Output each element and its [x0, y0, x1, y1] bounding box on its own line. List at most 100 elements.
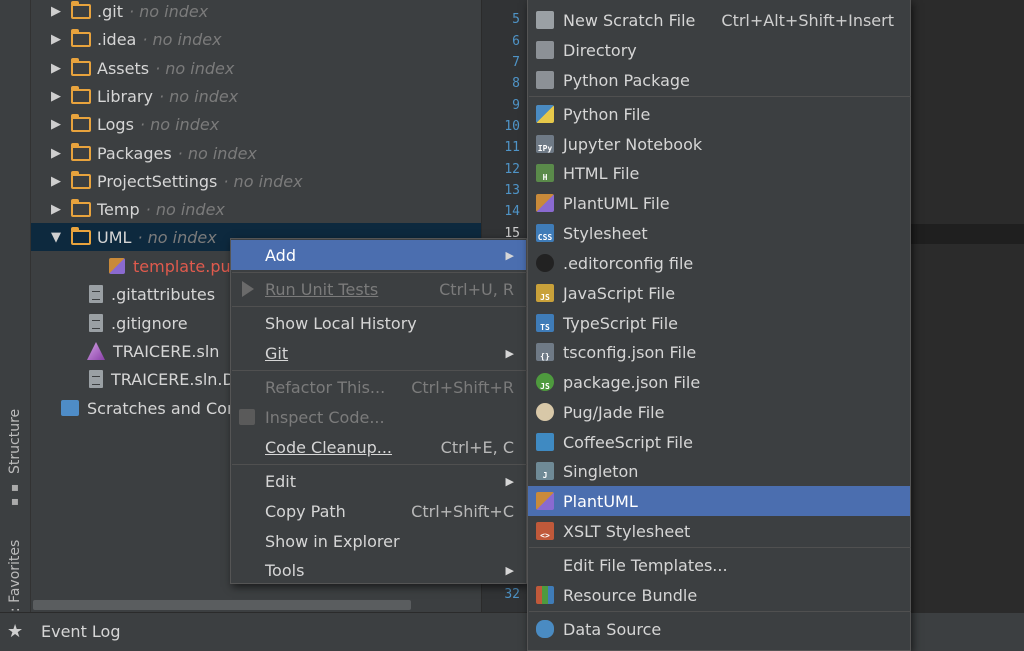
tsconfig-icon: {} — [536, 343, 554, 361]
tree-item-hint: · no index — [128, 1, 209, 21]
tree-row-packages[interactable]: ▶ Packages · no index — [31, 139, 481, 167]
editor-area[interactable] — [910, 0, 1024, 612]
submenu-item-directory[interactable]: Directory — [528, 35, 910, 65]
tree-item-hint: · no index — [155, 58, 235, 78]
menu-item-show-local-history[interactable]: Show Local History — [231, 308, 526, 338]
menu-item-label: Add — [265, 245, 296, 265]
submenu-item-javascript-file[interactable]: JS JavaScript File — [528, 278, 910, 308]
submenu-item-jupyter-notebook[interactable]: IPy Jupyter Notebook — [528, 129, 910, 159]
submenu-item-label: .editorconfig file — [563, 253, 694, 273]
menu-item-run-unit-tests[interactable]: Run Unit Tests Ctrl+U, R — [231, 274, 526, 304]
line-number: 12 — [504, 162, 520, 177]
tree-row-idea[interactable]: ▶ .idea · no index — [31, 25, 481, 53]
submenu-item-pug-jade[interactable]: Pug/Jade File — [528, 397, 910, 427]
line-number: 8 — [512, 76, 520, 91]
menu-separator — [232, 272, 527, 273]
favorites-tab[interactable]: 2: Favorites — [4, 535, 26, 621]
tree-row-assets[interactable]: ▶ Assets · no index — [31, 54, 481, 82]
add-submenu: New Scratch File Ctrl+Alt+Shift+Insert D… — [527, 0, 911, 651]
menu-item-inspect-code[interactable]: Inspect Code... — [231, 402, 526, 432]
javascript-file-icon: JS — [536, 284, 554, 302]
submenu-item-new-scratch-file[interactable]: New Scratch File Ctrl+Alt+Shift+Insert — [528, 5, 910, 35]
expand-arrow-icon[interactable]: ▶ — [31, 61, 61, 76]
star-icon[interactable]: ★ — [7, 621, 23, 642]
submenu-item-resource-bundle[interactable]: Resource Bundle — [528, 580, 910, 610]
submenu-item-plantuml[interactable]: PlantUML — [528, 486, 910, 516]
menu-item-tools[interactable]: Tools ▶ — [231, 555, 526, 585]
submenu-item-html-file[interactable]: H HTML File — [528, 158, 910, 188]
tree-item-name: Temp — [97, 199, 140, 219]
editor-current-line — [910, 224, 1024, 244]
menu-item-add[interactable]: Add ▶ — [231, 240, 526, 270]
submenu-item-label: Resource Bundle — [563, 585, 698, 605]
submenu-item-edit-file-templates[interactable]: Edit File Templates... — [528, 550, 910, 580]
tree-row-git[interactable]: ▶ .git · no index — [31, 0, 481, 25]
submenu-arrow-icon: ▶ — [505, 563, 514, 577]
submenu-item-plantuml-file[interactable]: PlantUML File — [528, 188, 910, 218]
submenu-item-typescript-file[interactable]: TS TypeScript File — [528, 308, 910, 338]
menu-item-label: Git — [265, 343, 289, 363]
menu-item-label: Tools — [265, 560, 305, 580]
structure-tab[interactable]: ▪▪ Structure — [4, 409, 26, 508]
submenu-item-tsconfig[interactable]: {} tsconfig.json File — [528, 337, 910, 367]
tree-item-name: Scratches and Cons — [87, 398, 246, 418]
expand-arrow-icon[interactable]: ▶ — [31, 174, 61, 189]
menu-separator — [232, 464, 527, 465]
submenu-item-package-json[interactable]: JS package.json File — [528, 367, 910, 397]
tree-item-hint: · no index — [145, 199, 225, 219]
submenu-separator — [529, 547, 911, 548]
menu-item-refactor-this[interactable]: Refactor This... Ctrl+Shift+R — [231, 372, 526, 402]
text-file-icon — [89, 370, 103, 388]
menu-item-label: Inspect Code... — [265, 407, 385, 427]
typescript-file-icon: TS — [536, 314, 554, 332]
submenu-item-label: package.json File — [563, 372, 701, 392]
submenu-item-stylesheet[interactable]: CSS Stylesheet — [528, 218, 910, 248]
tree-row-temp[interactable]: ▶ Temp · no index — [31, 195, 481, 223]
menu-item-label: Show Local History — [265, 313, 417, 333]
tree-row-projectsettings[interactable]: ▶ ProjectSettings · no index — [31, 167, 481, 195]
submenu-arrow-icon: ▶ — [505, 474, 514, 488]
expand-arrow-icon[interactable]: ▶ — [31, 202, 61, 217]
submenu-item-label: Stylesheet — [563, 223, 648, 243]
expand-arrow-icon[interactable]: ▶ — [31, 117, 61, 132]
menu-item-git[interactable]: Git ▶ — [231, 338, 526, 368]
submenu-item-coffeescript[interactable]: CoffeeScript File — [528, 427, 910, 457]
python-file-icon — [536, 105, 554, 123]
menu-item-show-in-explorer[interactable]: Show in Explorer — [231, 526, 526, 556]
submenu-item-label: CoffeeScript File — [563, 432, 693, 452]
collapse-arrow-icon[interactable]: ▼ — [31, 230, 61, 245]
line-number: 6 — [512, 34, 520, 49]
submenu-item-singleton[interactable]: J Singleton — [528, 456, 910, 486]
line-number: 5 — [512, 12, 520, 27]
menu-item-copy-path[interactable]: Copy Path Ctrl+Shift+C — [231, 496, 526, 526]
expand-arrow-icon[interactable]: ▶ — [31, 146, 61, 161]
expand-arrow-icon[interactable]: ▶ — [31, 89, 61, 104]
tree-item-name: TRAICERE.sln — [113, 341, 220, 361]
folder-icon — [71, 226, 91, 245]
submenu-item-xslt-stylesheet[interactable]: <> XSLT Stylesheet — [528, 516, 910, 546]
tree-horizontal-scrollbar[interactable] — [33, 600, 411, 610]
submenu-item-label: Singleton — [563, 461, 639, 481]
tree-item-hint: · no index — [142, 29, 222, 49]
submenu-item-python-package[interactable]: Python Package — [528, 65, 910, 95]
menu-item-shortcut: Ctrl+Shift+R — [411, 377, 514, 397]
tree-item-hint: · no index — [223, 171, 303, 191]
menu-item-shortcut: Ctrl+U, R — [439, 279, 514, 299]
tree-row-logs[interactable]: ▶ Logs · no index — [31, 110, 481, 138]
submenu-item-data-source[interactable]: Data Source — [528, 614, 910, 644]
css-file-icon: CSS — [536, 224, 554, 242]
menu-separator — [232, 370, 527, 371]
submenu-item-python-file[interactable]: Python File — [528, 99, 910, 129]
expand-arrow-icon[interactable]: ▶ — [31, 32, 61, 47]
submenu-item-label: XSLT Stylesheet — [563, 521, 691, 541]
menu-item-code-cleanup[interactable]: Code Cleanup... Ctrl+E, C — [231, 432, 526, 462]
submenu-separator — [529, 611, 911, 612]
solution-file-icon — [87, 342, 105, 360]
menu-item-edit[interactable]: Edit ▶ — [231, 466, 526, 496]
expand-arrow-icon[interactable]: ▶ — [31, 4, 61, 19]
submenu-item-label: JavaScript File — [563, 283, 676, 303]
tree-row-library[interactable]: ▶ Library · no index — [31, 82, 481, 110]
event-log-tab[interactable]: Event Log — [41, 622, 121, 641]
folder-icon — [71, 57, 91, 76]
submenu-item-editorconfig[interactable]: .editorconfig file — [528, 248, 910, 278]
